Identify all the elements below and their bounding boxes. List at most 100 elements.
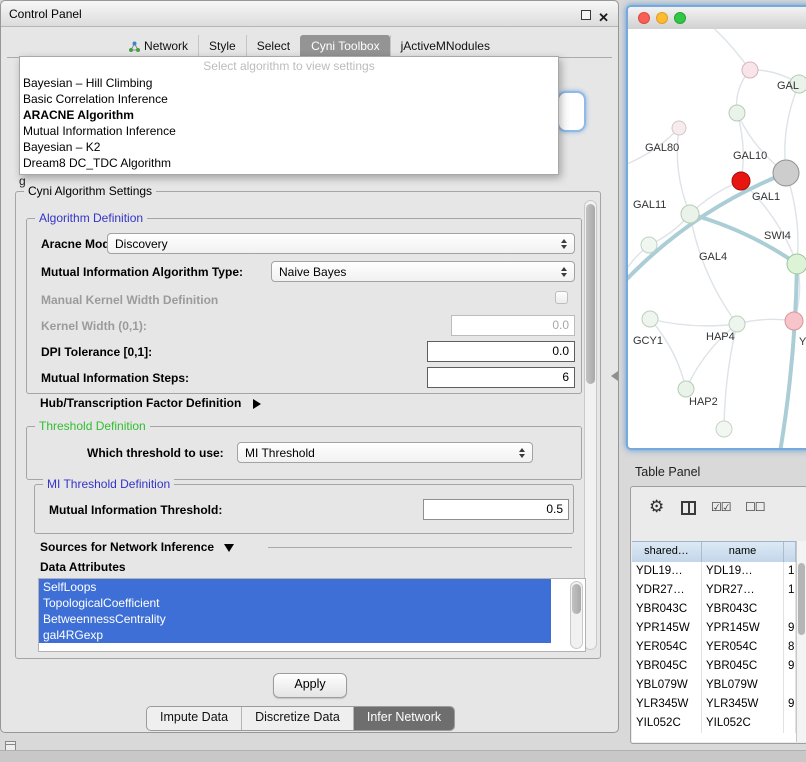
algorithm-popup-items: Bayesian – Hill ClimbingBasic Correlatio… [20, 75, 558, 171]
columns-icon[interactable] [681, 501, 696, 515]
network-node[interactable] [729, 316, 745, 332]
float-panel-icon[interactable] [581, 10, 591, 20]
network-node-label: GAL [777, 80, 799, 92]
table-row[interactable]: YPR145WYPR145W9. [632, 619, 796, 638]
sources-row[interactable]: Sources for Network Inference [40, 540, 234, 554]
network-view-window[interactable]: GALGAL80GAL10GAL11GAL1SWI4GAL4GCY1HAP4YH… [626, 5, 806, 450]
table-cell: YDR27… [702, 581, 784, 600]
bottom-tab-discretize-data[interactable]: Discretize Data [241, 707, 353, 730]
table-row[interactable]: YBR045CYBR045C9. [632, 657, 796, 676]
table-header-row[interactable]: shared…name [632, 541, 796, 563]
network-node-label: Y [799, 336, 806, 348]
kernel-width-field[interactable]: 0.0 [451, 315, 575, 336]
tab-style[interactable]: Style [198, 35, 246, 57]
split-pane-collapse-icon[interactable] [611, 371, 618, 381]
attribute-list-scrollbar[interactable] [570, 581, 583, 649]
bottom-tab-infer-network[interactable]: Infer Network [353, 707, 454, 730]
table-row[interactable]: YLR345WYLR345W9. [632, 695, 796, 714]
network-node[interactable] [678, 381, 694, 397]
table-column-header[interactable] [784, 542, 796, 562]
algorithm-popup-item[interactable]: Mutual Information Inference [20, 123, 558, 139]
zoom-traffic-light-icon[interactable] [674, 12, 686, 24]
attribute-list-item[interactable]: TopologicalCoefficient [39, 595, 551, 611]
algorithm-popup-item[interactable]: Bayesian – Hill Climbing [20, 75, 558, 91]
network-node-label: GAL10 [733, 150, 767, 162]
manual-kernel-checkbox[interactable] [555, 291, 568, 304]
mi-type-combo[interactable]: Naive Bayes [271, 261, 575, 282]
mi-threshold-field[interactable]: 0.5 [423, 499, 569, 520]
network-node[interactable] [716, 421, 732, 437]
tab-cyni-toolbox[interactable]: Cyni Toolbox [300, 35, 389, 57]
control-panel-titlebar[interactable]: Control Panel ✕ [1, 1, 618, 27]
network-node[interactable] [732, 172, 750, 190]
deselect-all-checkboxes-icon[interactable]: ☐☐ [745, 500, 765, 514]
focused-spinner-field[interactable] [557, 91, 586, 132]
select-all-checkboxes-icon[interactable]: ☑☑ [711, 500, 731, 514]
data-attributes-list[interactable]: SelfLoopsTopologicalCoefficientBetweenne… [38, 578, 586, 652]
table-row[interactable]: YDR27…YDR27…12 [632, 581, 796, 600]
which-threshold-combo[interactable]: MI Threshold [237, 442, 533, 463]
table-scrollbar[interactable] [796, 541, 806, 742]
data-attributes-rows: SelfLoopsTopologicalCoefficientBetweenne… [39, 579, 585, 643]
settings-scrollbar-thumb[interactable] [586, 204, 595, 384]
which-threshold-value: MI Threshold [245, 446, 514, 460]
dpi-tolerance-field[interactable]: 0.0 [427, 341, 575, 362]
table-cell: 9. [784, 619, 796, 638]
algorithm-popup-item[interactable]: Basic Correlation Inference [20, 91, 558, 107]
attribute-list-scrollbar-thumb[interactable] [572, 584, 581, 614]
table-cell: YLR345W [632, 695, 702, 714]
table-row[interactable]: YDL19…YDL19…13 [632, 562, 796, 581]
gear-icon[interactable]: ⚙ [649, 497, 664, 517]
algorithm-popup-prompt: Select algorithm to view settings [20, 58, 558, 75]
algorithm-popup-item[interactable]: ARACNE Algorithm [20, 107, 558, 123]
network-node[interactable] [773, 160, 799, 186]
network-node[interactable] [785, 312, 803, 330]
network-node[interactable] [787, 254, 806, 274]
table-cell: YDR27… [632, 581, 702, 600]
attribute-list-item[interactable]: SelfLoops [39, 579, 551, 595]
table-cell: 13 [784, 562, 796, 581]
tab-jactivemnodules[interactable]: jActiveMNodules [390, 35, 500, 57]
obscured-label-fragment: g [19, 174, 26, 188]
collapsed-arrow-icon[interactable] [253, 399, 261, 409]
table-column-header[interactable]: name [702, 542, 784, 562]
network-node[interactable] [729, 105, 745, 121]
mi-steps-field[interactable]: 6 [427, 367, 575, 388]
network-node[interactable] [672, 121, 686, 135]
table-row[interactable]: YER054CYER054C8. [632, 638, 796, 657]
network-canvas[interactable]: GALGAL80GAL10GAL11GAL1SWI4GAL4GCY1HAP4YH… [628, 29, 806, 448]
hub-definition-row[interactable]: Hub/Transcription Factor Definition [40, 396, 261, 410]
tab-label: Cyni Toolbox [311, 39, 379, 53]
aracne-mode-combo[interactable]: Discovery [107, 233, 575, 254]
minimize-traffic-light-icon[interactable] [656, 12, 668, 24]
table-row[interactable]: YBL079WYBL079W [632, 676, 796, 695]
attribute-list-item[interactable]: BetweennessCentrality [39, 611, 551, 627]
network-node[interactable] [742, 62, 758, 78]
table-row[interactable]: YBR043CYBR043C [632, 600, 796, 619]
expanded-arrow-icon[interactable] [224, 544, 234, 552]
bottom-tab-impute-data[interactable]: Impute Data [147, 707, 241, 730]
table-scrollbar-thumb[interactable] [798, 563, 805, 635]
algorithm-popup-item[interactable]: Bayesian – K2 [20, 139, 558, 155]
tab-network[interactable]: Network [119, 35, 198, 57]
close-traffic-light-icon[interactable] [638, 12, 650, 24]
close-icon[interactable]: ✕ [598, 5, 609, 31]
mi-threshold-group: MI Threshold Definition Mutual Informati… [34, 484, 574, 534]
settings-group-title: Cyni Algorithm Settings [24, 184, 156, 199]
table-cell: YPR145W [632, 619, 702, 638]
network-node[interactable] [681, 205, 699, 223]
table-column-header[interactable]: shared… [632, 542, 702, 562]
network-node-label: GCY1 [633, 335, 663, 347]
network-window-titlebar[interactable] [628, 7, 806, 30]
attribute-list-item[interactable]: gal4RGexp [39, 627, 551, 643]
network-node[interactable] [641, 237, 657, 253]
apply-button[interactable]: Apply [273, 673, 347, 698]
table-row[interactable]: YIL052CYIL052C [632, 714, 796, 733]
network-node[interactable] [642, 311, 658, 327]
threshold-definition-title: Threshold Definition [35, 419, 150, 434]
mi-threshold-label: Mutual Information Threshold: [49, 503, 222, 517]
control-panel-title: Control Panel [9, 7, 82, 21]
algorithm-popup-item[interactable]: Dream8 DC_TDC Algorithm [20, 155, 558, 171]
dpi-tolerance-label: DPI Tolerance [0,1]: [41, 345, 152, 359]
tab-select[interactable]: Select [246, 35, 300, 57]
